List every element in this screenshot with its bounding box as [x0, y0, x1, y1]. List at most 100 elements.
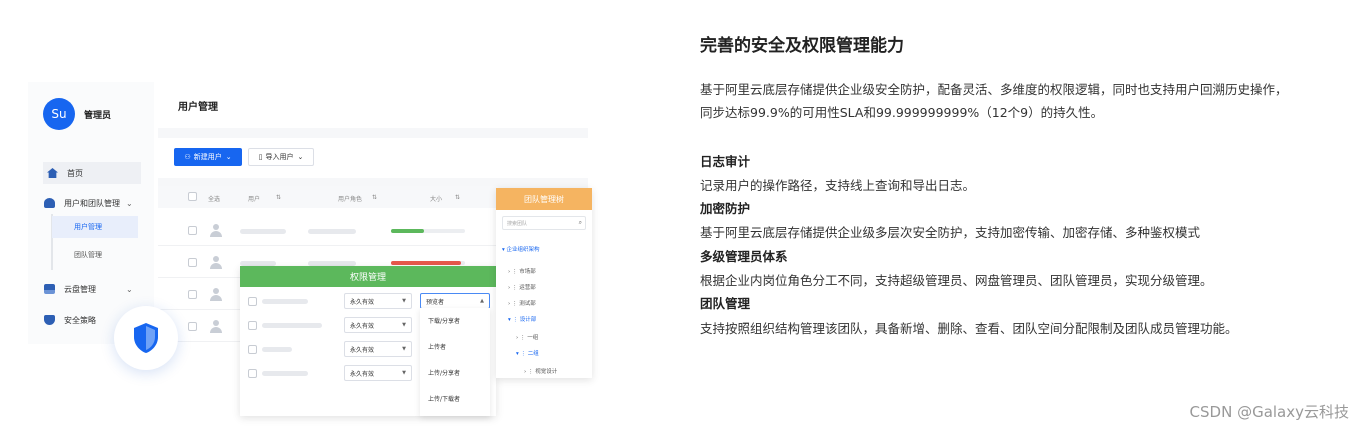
- tree-node[interactable]: › ⋮ 视觉设计: [524, 367, 557, 375]
- feature-heading: 多级管理员体系: [700, 249, 788, 264]
- caret-down-icon: ▼: [402, 322, 406, 328]
- sort-icon: ⇅: [372, 194, 378, 201]
- caret-down-icon: ▼: [402, 298, 406, 304]
- usage-bar: [391, 261, 465, 265]
- column-header-role[interactable]: 用户角色: [338, 194, 362, 203]
- intro-line-2: 同步达标99.9%的可用性SLA和99.999999999%（12个9）的持久性…: [700, 105, 1104, 120]
- dropdown-option[interactable]: 下载/分享者: [428, 316, 460, 325]
- dropdown-option[interactable]: 上传者: [428, 342, 446, 351]
- validity-value: 永久有效: [350, 298, 375, 306]
- table-header: 全选 用户 ⇅ 用户角色 ⇅ 大小 ⇅: [158, 186, 498, 208]
- section-title: 完善的安全及权限管理能力: [700, 36, 904, 56]
- main-header: 用户管理: [158, 82, 588, 128]
- search-placeholder: 搜索团队: [507, 220, 528, 227]
- search-icon: ⌕: [578, 219, 582, 226]
- caret-up-icon: ▲: [480, 298, 484, 304]
- permission-panel-title: 权限管理: [240, 266, 496, 287]
- sidebar-item-home[interactable]: 首页: [43, 162, 141, 184]
- validity-value: 永久有效: [350, 322, 375, 330]
- row-checkbox[interactable]: [248, 369, 257, 378]
- feature-text: 根据企业内岗位角色分工不同，支持超级管理员、网盘管理员、团队管理员，实现分级管理…: [700, 273, 1213, 288]
- team-search-input[interactable]: 搜索团队 ⌕: [502, 216, 586, 230]
- row-checkbox[interactable]: [188, 258, 197, 267]
- sidebar-item-team-management[interactable]: 团队管理: [52, 244, 138, 266]
- role-dropdown-list: 下载/分享者 上传者 上传/分享者 上传/下载者: [420, 308, 490, 416]
- user-avatar-icon: [210, 288, 222, 302]
- cloud-icon: [44, 284, 55, 294]
- dropdown-option[interactable]: 上传/分享者: [428, 368, 460, 377]
- tree-node[interactable]: › ⋮ 市场部: [508, 267, 536, 275]
- user-avatar-icon: [210, 256, 222, 270]
- shield-icon: [134, 323, 158, 353]
- usage-bar-fill: [391, 229, 425, 233]
- tree-node-label: 测试部: [519, 301, 536, 307]
- placeholder-bar: [262, 371, 308, 376]
- tree-node[interactable]: › ⋮ 一组: [516, 333, 538, 341]
- table-row[interactable]: [158, 216, 498, 246]
- team-tree-panel: 团队管理树 搜索团队 ⌕ ▾ 企业组织架构 › ⋮ 市场部 › ⋮ 运营部 › …: [496, 188, 592, 378]
- avatar[interactable]: Su: [43, 98, 75, 130]
- intro-line-1: 基于阿里云底层存储提供企业级安全防护，配备灵活、多维度的权限逻辑，同时也支持用户…: [700, 82, 1288, 97]
- column-header-size[interactable]: 大小: [430, 194, 442, 203]
- tree-node-label: 企业组织架构: [506, 247, 540, 253]
- role-select[interactable]: 预览者 ▲: [420, 293, 490, 309]
- row-checkbox[interactable]: [188, 226, 197, 235]
- security-shield-badge: [114, 306, 178, 370]
- chevron-down-icon: ⌄: [126, 198, 133, 208]
- tree-node-root[interactable]: ▾ 企业组织架构: [502, 245, 540, 253]
- tree-node[interactable]: › ⋮ 运营部: [508, 283, 536, 291]
- chevron-down-icon: ⌄: [225, 153, 232, 161]
- import-user-button[interactable]: ▯ 导入用户 ⌄: [248, 148, 314, 166]
- validity-select[interactable]: 永久有效 ▼: [344, 365, 412, 381]
- add-user-icon: ⚇: [184, 153, 191, 161]
- feature-heading: 加密防护: [700, 201, 751, 216]
- dropdown-option[interactable]: 上传/下载者: [428, 394, 460, 403]
- row-checkbox[interactable]: [188, 322, 197, 331]
- row-checkbox[interactable]: [248, 297, 257, 306]
- tree-node-label: 市场部: [519, 269, 536, 275]
- validity-select[interactable]: 永久有效 ▼: [344, 293, 412, 309]
- validity-select[interactable]: 永久有效 ▼: [344, 317, 412, 333]
- validity-value: 永久有效: [350, 370, 375, 378]
- page-title: 用户管理: [178, 102, 218, 113]
- sidebar-item-label: 云盘管理: [64, 284, 96, 294]
- new-user-label: 新建用户: [193, 153, 222, 161]
- product-illustration: Su 管理员 首页 用户和团队管理 ⌄ 用户管理 团队管理 云盘管理 ⌄ 安全策…: [28, 82, 598, 427]
- placeholder-bar: [262, 299, 308, 304]
- placeholder-bar: [240, 229, 286, 234]
- new-user-button[interactable]: ⚇ 新建用户 ⌄: [174, 148, 242, 166]
- sidebar-item-cloud[interactable]: 云盘管理 ⌄: [44, 278, 133, 300]
- tree-node-label: 二组: [527, 351, 539, 357]
- sidebar-item-security[interactable]: 安全策略: [44, 309, 96, 331]
- user-avatar-icon: [210, 320, 222, 334]
- usage-bar: [391, 229, 465, 233]
- role-value: 预览者: [426, 298, 445, 306]
- shield-icon: [44, 315, 55, 325]
- tree-node[interactable]: ▾ ⋮ 设计部: [508, 315, 536, 323]
- feature-heading: 日志审计: [700, 154, 751, 169]
- placeholder-bar: [308, 229, 356, 234]
- validity-value: 永久有效: [350, 346, 375, 354]
- tree-node[interactable]: ▾ ⋮ 二组: [516, 349, 539, 357]
- import-user-label: 导入用户: [265, 153, 294, 161]
- row-checkbox[interactable]: [248, 321, 257, 330]
- tree-node-label: 一组: [527, 335, 539, 341]
- permission-panel: 权限管理 永久有效 ▼ 预览者 ▲ 永久有效 ▼ 永久有效 ▼ 永久有效 ▼ 下载/分享者…: [240, 266, 496, 416]
- sidebar-item-users-teams[interactable]: 用户和团队管理 ⌄: [44, 192, 133, 214]
- row-checkbox[interactable]: [248, 345, 257, 354]
- usage-bar-fill: [391, 261, 462, 265]
- select-all-checkbox[interactable]: [188, 192, 197, 201]
- placeholder-bar: [262, 323, 322, 328]
- feature-heading: 团队管理: [700, 296, 751, 311]
- validity-select[interactable]: 永久有效 ▼: [344, 341, 412, 357]
- home-icon: [47, 168, 58, 178]
- feature-text: 支持按照组织结构管理该团队，具备新增、删除、查看、团队空间分配限制及团队成员管理…: [700, 321, 1238, 336]
- sort-icon: ⇅: [276, 194, 282, 201]
- sidebar-item-user-management[interactable]: 用户管理: [52, 216, 138, 238]
- sidebar-item-label: 首页: [67, 168, 83, 178]
- caret-down-icon: ▼: [402, 370, 406, 376]
- row-checkbox[interactable]: [188, 290, 197, 299]
- column-header-user[interactable]: 用户: [248, 194, 260, 203]
- tree-node[interactable]: › ⋮ 测试部: [508, 299, 536, 307]
- sort-icon: ⇅: [455, 194, 461, 201]
